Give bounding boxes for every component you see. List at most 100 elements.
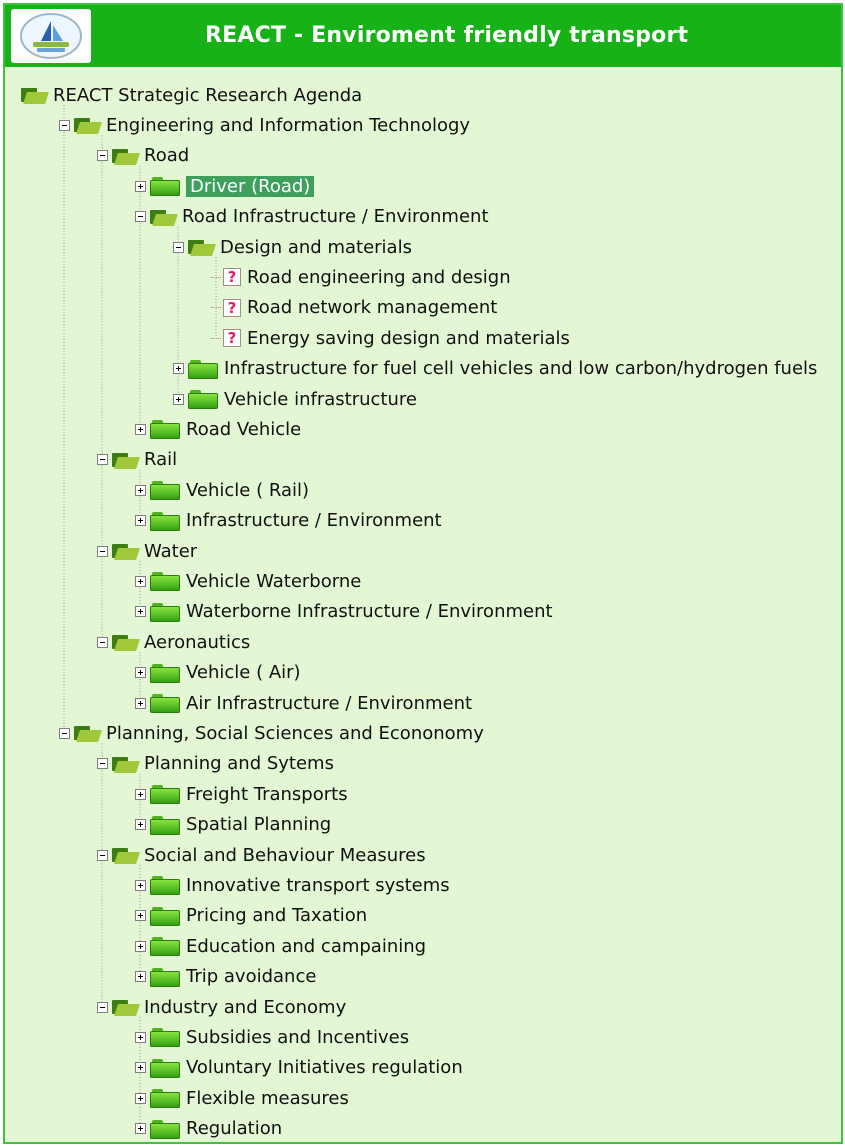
expand-toggle-icon[interactable] (173, 393, 184, 405)
tree-node-label[interactable]: Trip avoidance (186, 966, 316, 987)
tree-node[interactable]: Planning, Social Sciences and Econonomy (59, 721, 484, 745)
tree-node[interactable]: Engineering and Information Technology (59, 113, 470, 137)
expand-toggle-icon[interactable] (135, 575, 146, 587)
collapse-toggle-icon[interactable] (97, 636, 108, 648)
expand-toggle-icon[interactable] (135, 910, 146, 922)
tree-node-label[interactable]: Air Infrastructure / Environment (186, 693, 472, 714)
collapse-toggle-icon[interactable] (97, 150, 108, 162)
tree-node-label[interactable]: Innovative transport systems (186, 875, 450, 896)
collapse-toggle-icon[interactable] (135, 211, 146, 223)
expand-toggle-icon[interactable] (173, 363, 184, 375)
expand-toggle-icon[interactable] (135, 971, 146, 983)
tree-node[interactable]: Vehicle ( Rail) (135, 478, 309, 502)
tree-node[interactable]: Design and materials (173, 235, 412, 259)
tree-node[interactable]: Voluntary Initiatives regulation (135, 1056, 463, 1080)
tree-node[interactable]: Spatial Planning (135, 813, 331, 837)
tree-node-label[interactable]: Vehicle ( Rail) (186, 480, 309, 501)
tree-node[interactable]: Infrastructure for fuel cell vehicles an… (173, 357, 817, 381)
collapse-toggle-icon[interactable] (97, 1001, 108, 1013)
tree-node[interactable]: Education and campaining (135, 934, 426, 958)
tree-node[interactable]: Road Vehicle (135, 417, 301, 441)
expand-toggle-icon[interactable] (135, 667, 146, 679)
tree-node[interactable]: Regulation (135, 1117, 282, 1141)
tree-node-label[interactable]: Social and Behaviour Measures (144, 845, 426, 866)
expand-toggle-icon[interactable] (135, 819, 146, 831)
tree-node-label[interactable]: REACT Strategic Research Agenda (53, 85, 362, 106)
tree-node-label[interactable]: Design and materials (220, 237, 412, 258)
tree-node[interactable]: Social and Behaviour Measures (97, 843, 426, 867)
tree-node[interactable]: Pricing and Taxation (135, 904, 367, 928)
tree-node[interactable]: Subsidies and Incentives (135, 1025, 409, 1049)
tree-node-label[interactable]: Freight Transports (186, 784, 348, 805)
tree-node[interactable]: Flexible measures (135, 1086, 349, 1110)
tree-node-label[interactable]: Pricing and Taxation (186, 905, 367, 926)
tree-node-label[interactable]: Road engineering and design (247, 267, 511, 288)
tree-node[interactable]: Waterborne Infrastructure / Environment (135, 600, 553, 624)
tree-node-label[interactable]: Infrastructure for fuel cell vehicles an… (224, 358, 817, 379)
collapse-toggle-icon[interactable] (59, 119, 70, 131)
tree-node[interactable]: Vehicle infrastructure (173, 387, 417, 411)
tree-node[interactable]: Infrastructure / Environment (135, 509, 442, 533)
tree-node-label[interactable]: Subsidies and Incentives (186, 1027, 409, 1048)
tree-node[interactable]: Vehicle ( Air) (135, 661, 301, 685)
tree-node-label[interactable]: Waterborne Infrastructure / Environment (186, 601, 553, 622)
tree-node-label[interactable]: Aeronautics (144, 632, 250, 653)
tree-view[interactable]: REACT Strategic Research Agenda Engineeri… (5, 5, 841, 1142)
collapse-toggle-icon[interactable] (97, 545, 108, 557)
tree-node-label[interactable]: Driver (Road) (186, 175, 315, 197)
tree-node[interactable]: Innovative transport systems (135, 873, 450, 897)
tree-node-label[interactable]: Planning, Social Sciences and Econonomy (106, 723, 484, 744)
tree-node-label[interactable]: Spatial Planning (186, 814, 331, 835)
tree-node[interactable]: Freight Transports (135, 782, 348, 806)
tree-node-label[interactable]: Road network management (247, 297, 497, 318)
expand-toggle-icon[interactable] (135, 788, 146, 800)
tree-node-label[interactable]: Flexible measures (186, 1088, 349, 1109)
collapse-toggle-icon[interactable] (173, 241, 184, 253)
expand-toggle-icon[interactable] (135, 1062, 146, 1074)
tree-node-label[interactable]: Vehicle ( Air) (186, 662, 301, 683)
expand-toggle-icon[interactable] (135, 1123, 146, 1135)
expand-toggle-icon[interactable] (135, 1092, 146, 1104)
tree-node-label[interactable]: Road Vehicle (186, 419, 301, 440)
tree-node[interactable]: Industry and Economy (97, 995, 346, 1019)
expand-toggle-icon[interactable] (135, 180, 146, 192)
tree-node-label[interactable]: Industry and Economy (144, 997, 346, 1018)
tree-node-label[interactable]: Road (144, 145, 189, 166)
tree-node[interactable]: Trip avoidance (135, 965, 316, 989)
expand-toggle-icon[interactable] (135, 940, 146, 952)
expand-toggle-icon[interactable] (135, 606, 146, 618)
tree-node-label[interactable]: Water (144, 541, 197, 562)
tree-node[interactable]: ? Road network management (211, 296, 497, 320)
expand-toggle-icon[interactable] (135, 484, 146, 496)
tree-node[interactable]: Rail (97, 448, 177, 472)
tree-node-label[interactable]: Regulation (186, 1118, 282, 1139)
tree-node-label[interactable]: Vehicle infrastructure (224, 389, 417, 410)
tree-node[interactable]: ? Road engineering and design (211, 265, 511, 289)
expand-toggle-icon[interactable] (135, 697, 146, 709)
tree-node[interactable]: Driver (Road) (135, 174, 315, 198)
tree-node[interactable]: Road Infrastructure / Environment (135, 205, 489, 229)
tree-node[interactable]: REACT Strategic Research Agenda (21, 83, 362, 107)
collapse-toggle-icon[interactable] (59, 727, 70, 739)
tree-node-label[interactable]: Planning and Sytems (144, 753, 334, 774)
expand-toggle-icon[interactable] (135, 1031, 146, 1043)
tree-node[interactable]: Water (97, 539, 197, 563)
tree-node-label[interactable]: Rail (144, 449, 177, 470)
tree-node-label[interactable]: Voluntary Initiatives regulation (186, 1057, 463, 1078)
tree-node[interactable]: Aeronautics (97, 630, 250, 654)
tree-node-label[interactable]: Road Infrastructure / Environment (182, 206, 489, 227)
tree-node-label[interactable]: Engineering and Information Technology (106, 115, 470, 136)
tree-node-label[interactable]: Vehicle Waterborne (186, 571, 361, 592)
collapse-toggle-icon[interactable] (97, 454, 108, 466)
tree-node[interactable]: Air Infrastructure / Environment (135, 691, 472, 715)
collapse-toggle-icon[interactable] (97, 849, 108, 861)
collapse-toggle-icon[interactable] (97, 758, 108, 770)
tree-node-label[interactable]: Education and campaining (186, 936, 426, 957)
tree-node[interactable]: Planning and Sytems (97, 752, 334, 776)
tree-node[interactable]: Road (97, 144, 189, 168)
expand-toggle-icon[interactable] (135, 423, 146, 435)
tree-node-label[interactable]: Energy saving design and materials (247, 328, 570, 349)
tree-node-label[interactable]: Infrastructure / Environment (186, 510, 442, 531)
tree-node[interactable]: Vehicle Waterborne (135, 569, 361, 593)
tree-node[interactable]: ? Energy saving design and materials (211, 326, 570, 350)
